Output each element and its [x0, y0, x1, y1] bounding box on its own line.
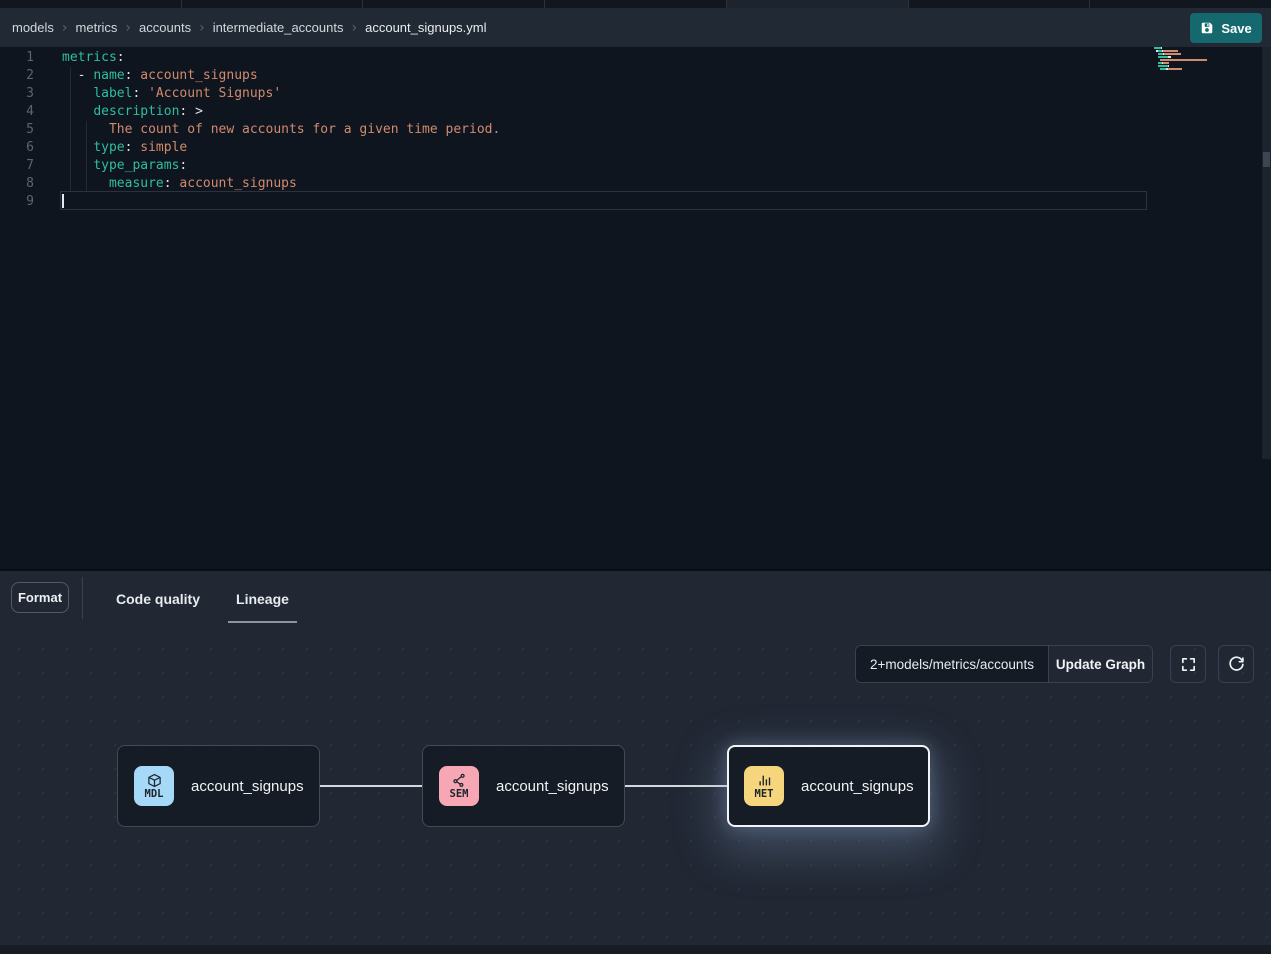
refresh-button[interactable]	[1218, 645, 1254, 683]
node-badge-sem: SEM	[439, 766, 479, 806]
breadcrumb-item[interactable]: models	[12, 20, 54, 35]
node-badge-met: MET	[744, 766, 784, 806]
bottom-panel: Format Code quality Lineage Update Graph	[0, 571, 1271, 954]
chevron-right-icon: ›	[199, 20, 205, 36]
lineage-edge	[625, 785, 727, 787]
breadcrumb-item[interactable]: accounts	[139, 20, 191, 35]
tab-code-quality[interactable]: Code quality	[98, 571, 218, 626]
breadcrumb-bar: models › metrics › accounts › intermediate_acc…	[0, 8, 1271, 47]
badge-label: SEM	[450, 789, 469, 800]
file-tab[interactable]	[545, 0, 727, 8]
file-tab[interactable]	[182, 0, 364, 8]
lineage-graph-canvas[interactable]: Update Graph MDL account_signups SEM accoun…	[0, 628, 1271, 945]
code-line: label: 'Account Signups'	[62, 85, 500, 103]
line-number: 2	[0, 67, 44, 85]
breadcrumb: models › metrics › accounts › intermediate_acc…	[12, 20, 487, 36]
lineage-node-met[interactable]: MET account_signups	[727, 745, 930, 827]
badge-label: MET	[755, 789, 774, 800]
cube-icon	[147, 773, 162, 788]
node-label: account_signups	[191, 778, 304, 795]
line-number: 3	[0, 85, 44, 103]
minimap[interactable]	[1154, 47, 1218, 74]
breadcrumb-item[interactable]: account_signups.yml	[365, 20, 486, 35]
code-editor[interactable]: 123456789 metrics: - name: account_signu…	[0, 47, 1271, 571]
node-label: account_signups	[496, 778, 609, 795]
code-line: - name: account_signups	[62, 67, 500, 85]
line-number: 6	[0, 139, 44, 157]
node-selector-group: Update Graph	[855, 645, 1153, 683]
line-number: 9	[0, 193, 44, 211]
line-number-gutter: 123456789	[0, 49, 44, 211]
line-number: 4	[0, 103, 44, 121]
format-button[interactable]: Format	[11, 582, 69, 613]
code-line: metrics:	[62, 49, 500, 67]
tab-label: Code quality	[116, 591, 200, 607]
breadcrumb-item[interactable]: metrics	[76, 20, 118, 35]
code-line: measure: account_signups	[62, 175, 500, 193]
line-number: 5	[0, 121, 44, 139]
lineage-node-sem[interactable]: SEM account_signups	[422, 745, 625, 827]
refresh-icon	[1228, 656, 1245, 673]
save-label: Save	[1221, 21, 1251, 36]
chevron-right-icon: ›	[62, 20, 68, 36]
breadcrumb-item[interactable]: intermediate_accounts	[213, 20, 344, 35]
lineage-edge	[320, 785, 422, 787]
file-tab[interactable]	[0, 0, 182, 8]
graph-footer-strip	[0, 945, 1271, 954]
chevron-right-icon: ›	[125, 20, 131, 36]
line-number: 8	[0, 175, 44, 193]
fullscreen-icon	[1180, 656, 1197, 673]
node-badge-mdl: MDL	[134, 766, 174, 806]
save-icon	[1200, 21, 1214, 35]
chevron-right-icon: ›	[352, 20, 358, 36]
file-tab[interactable]	[1090, 0, 1271, 8]
ide-window: models › metrics › accounts › intermediate_acc…	[0, 0, 1271, 954]
node-label: account_signups	[801, 778, 914, 795]
code-line: type_params:	[62, 157, 500, 175]
code-line: description: >	[62, 103, 500, 121]
file-tab[interactable]	[363, 0, 545, 8]
chart-icon	[757, 773, 772, 788]
tab-lineage[interactable]: Lineage	[218, 571, 307, 626]
scrollbar-handle[interactable]	[1263, 152, 1270, 167]
code-line: type: simple	[62, 139, 500, 157]
file-tab[interactable]	[909, 0, 1091, 8]
editor-scrollbar[interactable]	[1262, 47, 1271, 459]
divider	[82, 577, 83, 619]
panel-tabs: Code quality Lineage	[98, 571, 307, 626]
code-line	[62, 193, 500, 211]
network-icon	[452, 773, 467, 788]
file-tab-strip	[0, 0, 1271, 8]
code-content: metrics: - name: account_signups label: …	[62, 49, 500, 211]
tab-label: Lineage	[236, 591, 289, 607]
badge-label: MDL	[145, 789, 164, 800]
save-button[interactable]: Save	[1190, 13, 1262, 43]
file-tab[interactable]	[727, 0, 909, 8]
node-selector-input[interactable]	[856, 646, 1048, 682]
line-number: 7	[0, 157, 44, 175]
fullscreen-button[interactable]	[1170, 645, 1206, 683]
lineage-node-mdl[interactable]: MDL account_signups	[117, 745, 320, 827]
update-graph-button[interactable]: Update Graph	[1048, 646, 1152, 682]
line-number: 1	[0, 49, 44, 67]
code-line: The count of new accounts for a given ti…	[62, 121, 500, 139]
